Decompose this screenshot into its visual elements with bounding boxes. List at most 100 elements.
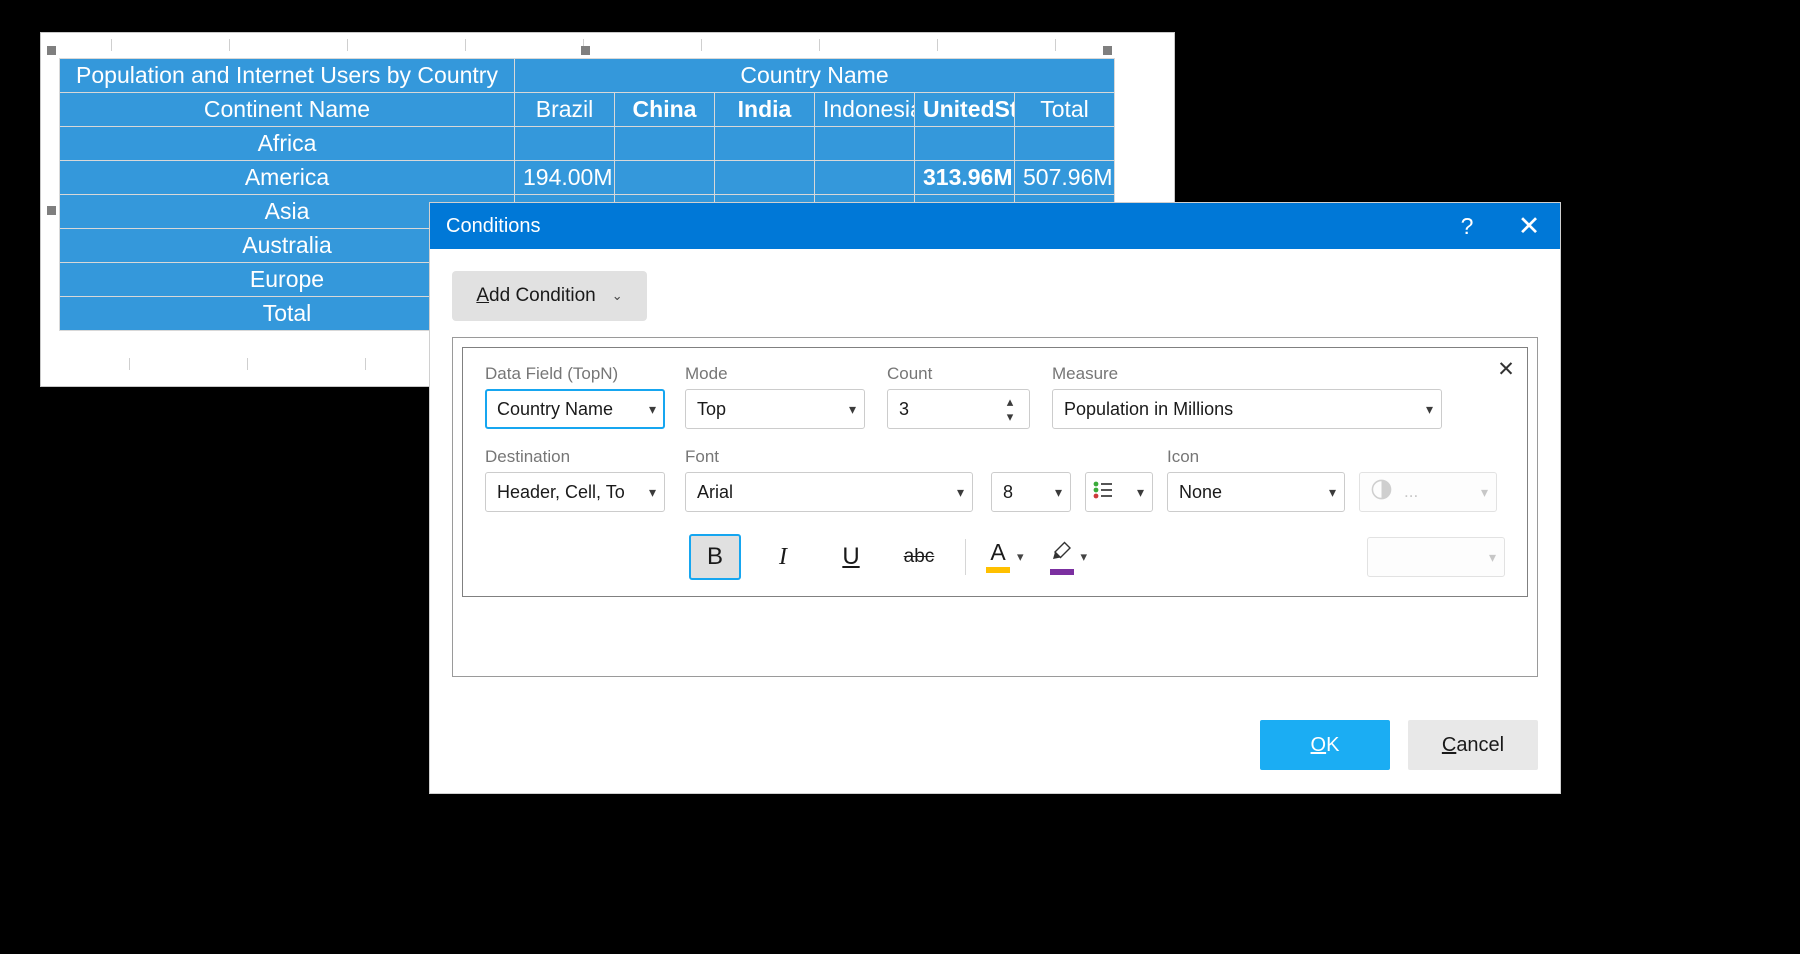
toolbar-divider: [965, 539, 966, 575]
font-color-glyph: A: [990, 539, 1006, 565]
cell-africa-indonesia: [814, 126, 915, 161]
chevron-down-icon: ▾: [1480, 483, 1488, 500]
col-header-china: China: [614, 92, 715, 127]
chevron-down-icon: ▾: [1136, 483, 1144, 500]
selection-handle-tc[interactable]: [581, 46, 590, 55]
measure-value: Population in Millions: [1064, 398, 1234, 419]
col-header-indonesia: Indonesia: [814, 92, 915, 127]
screen: Population and Internet Users by Country…: [0, 0, 1800, 954]
mode-select[interactable]: Top ▾: [685, 389, 865, 429]
field-list-style: ▾: [1085, 447, 1153, 512]
font-size-value: 8: [1003, 481, 1014, 502]
cell-america-brazil: 194.00M: [514, 160, 615, 195]
chevron-down-icon: ▾: [1328, 483, 1336, 500]
dialog-titlebar: Conditions ? ✕: [430, 203, 1560, 249]
row-label-america: America: [59, 160, 515, 195]
table-row[interactable]: Africa: [59, 126, 1115, 161]
add-condition-button[interactable]: Add Condition ⌄: [452, 271, 647, 321]
label-data-field: Data Field (TopN): [485, 364, 619, 383]
font-select[interactable]: Arial ▾: [685, 472, 973, 512]
close-icon[interactable]: ✕: [1498, 203, 1560, 249]
label-icon-preview: [1359, 447, 1497, 467]
chevron-down-icon: ▾: [848, 400, 856, 417]
help-icon[interactable]: ?: [1436, 203, 1498, 249]
spinner-down-icon[interactable]: ▾: [1007, 409, 1014, 424]
cell-africa-brazil: [514, 126, 615, 161]
color-preview-select[interactable]: ▾: [1367, 537, 1505, 577]
cell-america-total: 507.96M: [1014, 160, 1115, 195]
label-measure: Measure: [1052, 364, 1119, 383]
strikethrough-label: abc: [903, 546, 935, 567]
ok-accel: O: [1310, 733, 1327, 756]
chevron-down-icon: ▾: [648, 400, 656, 417]
highlight-color-button[interactable]: ▾: [1049, 540, 1088, 575]
list-style-select[interactable]: ▾: [1085, 472, 1153, 512]
label-font-size: [991, 447, 1071, 467]
country-group-header: Country Name: [514, 58, 1115, 93]
underline-button[interactable]: U: [825, 534, 877, 580]
ok-button[interactable]: OK: [1260, 720, 1390, 770]
strikethrough-button[interactable]: abc: [893, 534, 945, 580]
row-label-africa: Africa: [59, 126, 515, 161]
selection-handle-ml[interactable]: [47, 206, 56, 215]
cell-africa-india: [714, 126, 815, 161]
measure-select[interactable]: Population in Millions ▾: [1052, 389, 1442, 429]
count-stepper[interactable]: 3 ▴ ▾: [887, 389, 1030, 429]
column-ruler-top: [41, 39, 1090, 51]
destination-value: Header, Cell, To: [497, 481, 625, 502]
icon-select[interactable]: None ▾: [1167, 472, 1345, 512]
font-size-select[interactable]: 8 ▾: [991, 472, 1071, 512]
conditions-list: ✕ Data Field (TopN) Country Name ▾ Mode: [452, 337, 1538, 677]
icon-preview-select[interactable]: ... ▾: [1359, 472, 1497, 512]
chevron-down-icon: ▾: [1425, 400, 1433, 417]
icon-preview-content: ...: [1371, 479, 1475, 505]
col-header-total: Total: [1014, 92, 1115, 127]
cell-america-indonesia: [814, 160, 915, 195]
remove-condition-icon[interactable]: ✕: [1493, 356, 1519, 382]
field-font: Font Arial ▾: [685, 447, 973, 512]
font-color-swatch: [986, 567, 1010, 573]
label-mode: Mode: [685, 364, 728, 383]
count-value: 3: [899, 398, 910, 419]
font-color-button[interactable]: A ▾: [986, 541, 1024, 573]
spinner-arrows[interactable]: ▴ ▾: [999, 390, 1021, 428]
italic-button[interactable]: I: [757, 534, 809, 580]
chevron-down-icon: ▾: [1054, 483, 1062, 500]
label-font: Font: [685, 447, 720, 466]
field-measure: Measure Population in Millions ▾: [1052, 364, 1442, 429]
chevron-down-icon[interactable]: ▾: [1081, 549, 1088, 565]
label-list-style: [1085, 447, 1153, 467]
spinner-up-icon[interactable]: ▴: [1007, 394, 1014, 409]
cell-africa-china: [614, 126, 715, 161]
field-icon: Icon None ▾: [1167, 447, 1345, 512]
selection-handle-tl[interactable]: [47, 46, 56, 55]
mode-value: Top: [697, 398, 727, 419]
cell-africa-total: [1014, 126, 1115, 161]
contrast-circle-icon: [1371, 479, 1392, 505]
field-icon-preview: ... ▾: [1359, 447, 1497, 512]
cancel-text: ancel: [1456, 733, 1505, 756]
field-mode: Mode Top ▾: [685, 364, 865, 429]
format-toolbar: B I U abc A ▾ ▾ ▾: [485, 534, 1505, 580]
cancel-accel: C: [1441, 733, 1457, 756]
cancel-button[interactable]: Cancel: [1408, 720, 1538, 770]
destination-select[interactable]: Header, Cell, To ▾: [485, 472, 665, 512]
highlight-color-icon: [1049, 540, 1074, 575]
chevron-down-icon: ⌄: [611, 288, 623, 303]
data-field-value: Country Name: [497, 398, 614, 419]
ok-text: K: [1326, 733, 1340, 756]
table-row[interactable]: America 194.00M 313.96M 507.96M: [59, 160, 1115, 195]
chevron-down-icon[interactable]: ▾: [1017, 549, 1024, 565]
data-field-select[interactable]: Country Name ▾: [485, 389, 665, 429]
table-row-header[interactable]: Continent Name Brazil China India Indone…: [59, 92, 1115, 127]
selection-handle-tr[interactable]: [1103, 46, 1112, 55]
condition-row-2: Destination Header, Cell, To ▾ Font Aria…: [485, 447, 1505, 512]
bold-button[interactable]: B: [689, 534, 741, 580]
table-row-title[interactable]: Population and Internet Users by Country…: [59, 58, 1115, 93]
condition-row-1: Data Field (TopN) Country Name ▾ Mode To…: [485, 364, 1505, 429]
font-value: Arial: [697, 481, 734, 502]
bold-label: B: [706, 543, 723, 570]
cell-america-india: [714, 160, 815, 195]
label-count: Count: [887, 364, 933, 383]
italic-label: I: [779, 543, 787, 570]
